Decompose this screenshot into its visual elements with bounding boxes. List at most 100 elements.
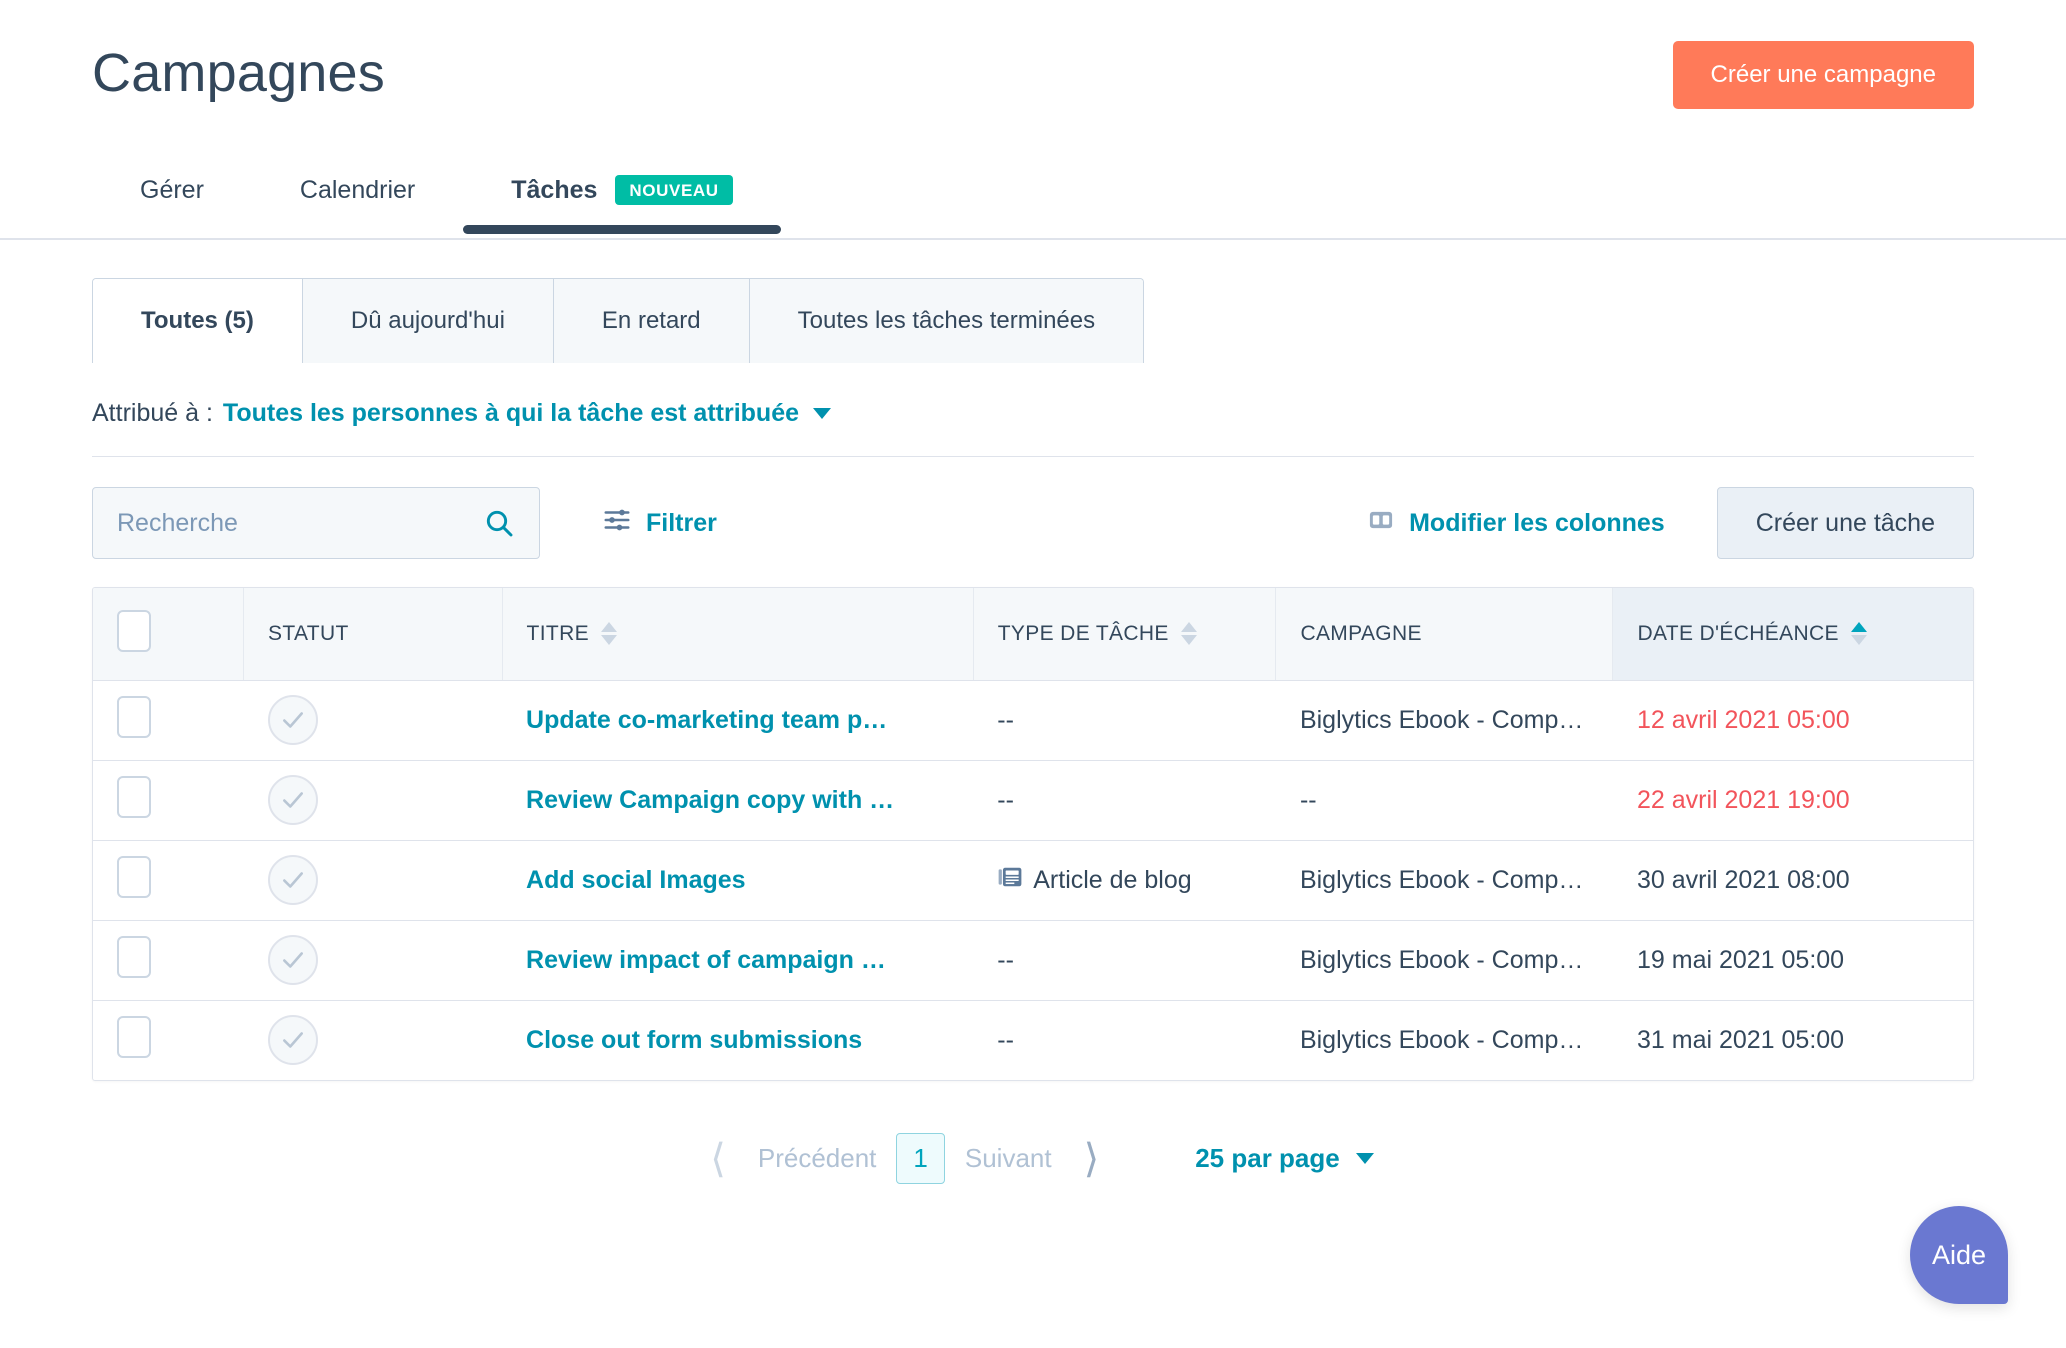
task-type-label: Article de blog (1033, 865, 1192, 894)
chevron-down-icon[interactable] (1355, 1153, 1374, 1164)
row-title-cell: Update co-marketing team p… (502, 680, 974, 761)
table-row[interactable]: Update co-marketing team p… -- Biglytics… (93, 680, 1973, 761)
col-statut-label: STATUT (268, 621, 349, 645)
row-type-cell: Article de blog (973, 840, 1276, 921)
create-task-button[interactable]: Créer une tâche (1716, 487, 1974, 559)
chevron-right-icon[interactable]: ⟩ (1066, 1139, 1118, 1179)
filter-button[interactable]: Filtrer (602, 505, 717, 542)
table-row[interactable]: Review Campaign copy with … -- -- 22 avr… (93, 760, 1973, 841)
create-campaign-button[interactable]: Créer une campagne (1672, 41, 1974, 109)
row-status-cell (243, 680, 503, 761)
sort-titre-icon[interactable] (600, 622, 617, 646)
row-due-date-cell: 12 avril 2021 05:00 (1612, 680, 1973, 761)
table-row[interactable]: Add social Images Article de blog Biglyt… (93, 840, 1973, 921)
table-row[interactable]: Close out form submissions -- Biglytics … (93, 1000, 1973, 1080)
row-checkbox[interactable] (117, 695, 151, 738)
search-icon[interactable] (483, 507, 515, 539)
task-title-link[interactable]: Review Campaign copy with … (526, 786, 894, 814)
complete-task-icon[interactable] (267, 695, 318, 745)
assigned-to-dropdown[interactable]: Toutes les personnes à qui la tâche est … (223, 399, 799, 428)
row-checkbox[interactable] (117, 935, 151, 978)
tasks-table: STATUT TITRE TYPE DE TÂCHE CAMPAGNE DATE… (92, 587, 1974, 1081)
complete-task-icon[interactable] (267, 775, 318, 825)
sort-type-icon[interactable] (1180, 622, 1197, 646)
new-badge: NOUVEAU (615, 175, 733, 206)
col-titre-label: TITRE (526, 621, 589, 645)
row-campaign-cell: -- (1275, 760, 1613, 841)
next-page-button[interactable]: Suivant (951, 1143, 1066, 1174)
main-navigation: Gérer Calendrier Tâches NOUVEAU (92, 148, 1974, 235)
edit-columns-button[interactable]: Modifier les colonnes (1367, 506, 1665, 541)
row-checkbox-cell (93, 920, 244, 1001)
row-status-cell (243, 840, 503, 921)
row-status-cell (243, 760, 503, 841)
tab-taches[interactable]: Tâches NOUVEAU (463, 148, 782, 235)
filter-icon (602, 505, 632, 542)
row-checkbox[interactable] (117, 855, 151, 898)
col-titre[interactable]: TITRE (502, 588, 974, 681)
row-checkbox[interactable] (117, 1015, 151, 1058)
tab-calendrier[interactable]: Calendrier (252, 148, 463, 232)
per-page-dropdown[interactable]: 25 par page (1195, 1143, 1374, 1174)
edit-columns-label: Modifier les colonnes (1409, 508, 1665, 537)
col-campagne: CAMPAGNE (1275, 588, 1614, 681)
task-title-link[interactable]: Review impact of campaign … (526, 946, 886, 974)
row-checkbox[interactable] (117, 775, 151, 818)
table-row[interactable]: Review impact of campaign … -- Biglytics… (93, 920, 1973, 1001)
complete-task-icon[interactable] (267, 935, 318, 985)
columns-icon (1367, 506, 1395, 541)
tab-gerer-label: Gérer (140, 175, 204, 204)
help-button[interactable]: Aide (1910, 1206, 2008, 1304)
row-checkbox-cell (93, 760, 244, 841)
complete-task-icon[interactable] (267, 855, 318, 905)
col-date-echeance[interactable]: DATE D'ÉCHÉANCE (1612, 588, 1973, 681)
row-title-cell: Review Campaign copy with … (502, 760, 974, 841)
subtab-taches-terminees[interactable]: Toutes les tâches terminées (749, 279, 1144, 363)
select-all-checkbox[interactable] (117, 609, 151, 652)
row-checkbox-cell (93, 1000, 244, 1080)
row-status-cell (244, 1000, 503, 1080)
table-toolbar: Filtrer Modifier les colonnes Créer une … (92, 487, 1974, 559)
row-campaign-cell: Biglytics Ebook - Compe… (1275, 920, 1613, 1001)
row-title-cell: Add social Images (502, 840, 974, 921)
row-campaign-cell: Biglytics Ebook - Compe… (1275, 680, 1613, 761)
row-status-cell (243, 920, 503, 1001)
col-type-label: TYPE DE TÂCHE (997, 621, 1169, 645)
row-campaign-cell: Biglytics Ebook - Compe… (1275, 840, 1613, 921)
row-due-date-cell: 31 mai 2021 05:00 (1636, 1025, 1845, 1054)
subtab-en-retard-label: En retard (601, 307, 701, 334)
col-statut: STATUT (243, 588, 503, 681)
previous-page-button[interactable]: Précédent (744, 1143, 891, 1174)
task-title-link[interactable]: Close out form submissions (526, 1026, 862, 1054)
col-select-all (93, 588, 245, 681)
row-campaign-cell: Biglytics Ebook - Compe… (1299, 1025, 1598, 1054)
sort-date-icon[interactable] (1850, 622, 1867, 646)
complete-task-icon[interactable] (267, 1015, 318, 1066)
chevron-down-icon[interactable] (813, 408, 832, 419)
tab-calendrier-label: Calendrier (299, 175, 416, 204)
task-filter-tabs: Toutes (5) Dû aujourd'hui En retard Tout… (92, 278, 1145, 363)
assigned-to-row: Attribué à : Toutes les personnes à qui … (92, 399, 1974, 457)
tab-gerer[interactable]: Gérer (92, 148, 252, 232)
task-title-link[interactable]: Update co-marketing team p… (526, 706, 887, 734)
table-header-row: STATUT TITRE TYPE DE TÂCHE CAMPAGNE DATE… (93, 588, 1973, 681)
subtab-toutes[interactable]: Toutes (5) (93, 279, 303, 363)
task-title-link[interactable]: Add social Images (526, 866, 746, 894)
subtab-taches-terminees-label: Toutes les tâches terminées (797, 307, 1096, 334)
row-due-date-cell: 30 avril 2021 08:00 (1612, 840, 1973, 921)
chevron-left-icon[interactable]: ⟨ (692, 1139, 744, 1179)
row-due-date-cell: 19 mai 2021 05:00 (1612, 920, 1973, 1001)
subtab-en-retard[interactable]: En retard (553, 279, 750, 363)
tab-taches-label: Tâches (511, 175, 598, 204)
campaigns-tasks-page: Campagnes Créer une campagne Gérer Calen… (0, 0, 2066, 1348)
search-input[interactable] (93, 488, 539, 558)
filter-label: Filtrer (646, 508, 717, 537)
col-type-de-tache[interactable]: TYPE DE TÂCHE (973, 588, 1277, 681)
row-type-cell: -- (973, 680, 1276, 761)
subtab-du-aujourdhui[interactable]: Dû aujourd'hui (302, 279, 554, 363)
page-number-1[interactable]: 1 (896, 1133, 945, 1184)
row-type-cell: -- (973, 920, 1276, 1001)
row-checkbox-cell (93, 840, 244, 921)
per-page-label: 25 par page (1195, 1143, 1340, 1173)
search-box[interactable] (92, 487, 540, 559)
